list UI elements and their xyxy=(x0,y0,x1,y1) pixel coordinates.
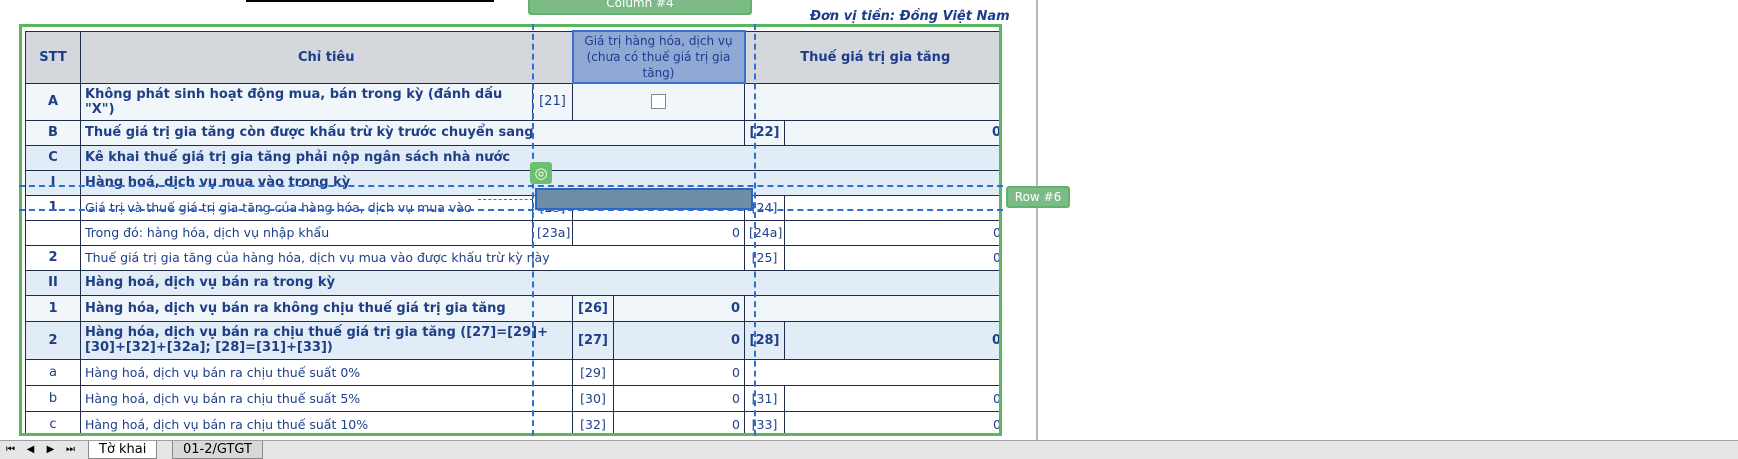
row-stt: c xyxy=(25,410,81,433)
table-row: B Thuế giá trị gia tăng còn được khấu tr… xyxy=(25,119,999,146)
row-code: [26] xyxy=(574,296,614,320)
table-row: C Kê khai thuế giá trị gia tăng phải nộp… xyxy=(25,144,999,171)
code-value-cell[interactable]: [29] 0 xyxy=(572,358,745,386)
row-code: [33] xyxy=(744,410,785,433)
row-stt: II xyxy=(25,269,81,296)
header-thue-gtgt: Thuế giá trị gia tăng xyxy=(744,30,999,84)
row-code: [25] xyxy=(744,244,785,271)
row-stt: a xyxy=(25,358,81,386)
top-border-line xyxy=(246,0,494,2)
table-row: A Không phát sinh hoạt động mua, bán tro… xyxy=(25,82,999,121)
header-gia-tri-hang-hoa[interactable]: Giá trị hàng hóa, dịch vụ (chưa có thuế … xyxy=(571,30,746,84)
table-row: 1 Hàng hóa, dịch vụ bán ra không chịu th… xyxy=(25,294,999,322)
value: 0 xyxy=(732,416,740,432)
row-code: [22] xyxy=(744,119,785,146)
row-label: Thuế giá trị gia tăng còn được khấu trừ … xyxy=(80,119,745,146)
column-tag: Column #4 xyxy=(528,0,752,15)
row-label: Không phát sinh hoạt động mua, bán trong… xyxy=(80,82,533,121)
row-tag: Row #6 xyxy=(1006,186,1070,208)
value-cell[interactable] xyxy=(784,194,999,221)
value-cell[interactable]: 0 xyxy=(784,410,999,433)
row-code: [28] xyxy=(744,320,785,360)
row-code: [32] xyxy=(574,412,614,433)
value-cell[interactable]: 0 xyxy=(784,244,999,271)
empty-right-pane xyxy=(1036,0,1738,440)
row-label: Hàng hoá, dịch vụ bán ra chịu thuế suất … xyxy=(80,384,573,412)
table-row: b Hàng hoá, dịch vụ bán ra chịu thuế suấ… xyxy=(25,384,999,412)
row-label: Hàng hóa, dịch vụ bán ra không chịu thuế… xyxy=(80,294,573,322)
column-guide-left xyxy=(532,24,534,436)
value: 0 xyxy=(730,300,740,316)
header-stt: STT xyxy=(25,30,81,84)
value-cell[interactable]: 0 xyxy=(784,320,999,360)
target-icon[interactable]: ◎ xyxy=(530,162,552,184)
row-code: [31] xyxy=(744,384,785,412)
empty-cell xyxy=(744,294,999,322)
table-row: I Hàng hoá, dịch vụ mua vào trong kỳ xyxy=(25,169,999,196)
row-stt: I xyxy=(25,169,81,196)
row-stt xyxy=(25,219,81,246)
value: 0 xyxy=(732,390,740,406)
row-code: [23a] xyxy=(532,219,573,246)
row-label: Trong đó: hàng hóa, dịch vụ nhập khẩu xyxy=(80,219,533,246)
row-code: [29] xyxy=(574,360,614,384)
row-label: Giá trị và thuế giá trị gia tăng của hàn… xyxy=(80,194,533,221)
row-guide-top xyxy=(19,185,1003,187)
row-label: Hàng hoá, dịch vụ bán ra chịu thuế suất … xyxy=(80,410,573,433)
row-stt: 1 xyxy=(25,294,81,322)
value-cell[interactable]: 0 xyxy=(572,219,745,246)
prev-sheet-icon[interactable]: ◀ xyxy=(22,442,39,458)
vat-declaration-table: STT Chỉ tiêu Giá trị hàng hóa, dịch vụ (… xyxy=(25,30,999,433)
value: 0 xyxy=(732,364,740,380)
selected-cell-highlight[interactable] xyxy=(535,188,753,210)
row-stt: 2 xyxy=(25,244,81,271)
column-guide-right xyxy=(754,24,756,436)
table-row: II Hàng hoá, dịch vụ bán ra trong kỳ xyxy=(25,269,999,296)
value-cell[interactable]: 0 xyxy=(784,219,999,246)
code-value-cell[interactable]: [26] 0 xyxy=(572,294,745,322)
empty-cell xyxy=(744,82,999,121)
code-value-cell[interactable]: [27] 0 xyxy=(572,320,745,360)
sheet-tab-to-khai[interactable]: Tờ khai xyxy=(88,441,158,459)
code-value-cell[interactable]: [32] 0 xyxy=(572,410,745,433)
table-row: a Hàng hoá, dịch vụ bán ra chịu thuế suấ… xyxy=(25,358,999,386)
table-row: c Hàng hoá, dịch vụ bán ra chịu thuế suấ… xyxy=(25,410,999,433)
row-stt: b xyxy=(25,384,81,412)
next-sheet-icon[interactable]: ▶ xyxy=(42,442,59,458)
row-label: Hàng hoá, dịch vụ bán ra trong kỳ xyxy=(80,269,999,296)
value-cell[interactable]: 0 xyxy=(784,119,999,146)
code-value-cell[interactable]: [30] 0 xyxy=(572,384,745,412)
row-code: [27] xyxy=(574,322,614,358)
first-sheet-icon[interactable]: ⏮ xyxy=(2,442,19,458)
row-stt: B xyxy=(25,119,81,146)
checkbox[interactable] xyxy=(651,94,666,110)
table-row: 2 Hàng hóa, dịch vụ bán ra chịu thuế giá… xyxy=(25,320,999,360)
declaration-table-frame: STT Chỉ tiêu Giá trị hàng hóa, dịch vụ (… xyxy=(19,24,1002,436)
currency-note: Đơn vị tiền: Đồng Việt Nam xyxy=(810,9,1010,24)
row-code: [30] xyxy=(574,386,614,410)
row-label: Thuế giá trị gia tăng của hàng hóa, dịch… xyxy=(80,244,745,271)
row-stt: 2 xyxy=(25,320,81,360)
row-code: [24a] xyxy=(744,219,785,246)
last-sheet-icon[interactable]: ⏭ xyxy=(62,442,79,458)
row-label: Hàng hoá, dịch vụ bán ra chịu thuế suất … xyxy=(80,358,573,386)
empty-cell xyxy=(744,358,999,386)
row-label: Hàng hóa, dịch vụ bán ra chịu thuế giá t… xyxy=(80,320,573,360)
no-activity-checkbox-cell[interactable] xyxy=(572,82,745,121)
sheet-tab-01-2-gtgt[interactable]: 01-2/GTGT xyxy=(172,441,263,459)
table-row: 2 Thuế giá trị gia tăng của hàng hóa, dị… xyxy=(25,244,999,271)
row-stt: 1 xyxy=(25,194,81,221)
row-code: [21] xyxy=(532,82,573,121)
value-cell[interactable]: 0 xyxy=(784,384,999,412)
table-row: Trong đó: hàng hóa, dịch vụ nhập khẩu [2… xyxy=(25,219,999,246)
row-guide-bottom xyxy=(19,209,1003,211)
row-stt: A xyxy=(25,82,81,121)
sheet-tab-bar: ⏮ ◀ ▶ ⏭ Tờ khai 01-2/GTGT xyxy=(0,440,1738,459)
pointer-line xyxy=(478,199,538,200)
row-stt: C xyxy=(25,144,81,171)
header-chi-tieu: Chỉ tiêu xyxy=(80,30,573,84)
value: 0 xyxy=(730,332,740,348)
